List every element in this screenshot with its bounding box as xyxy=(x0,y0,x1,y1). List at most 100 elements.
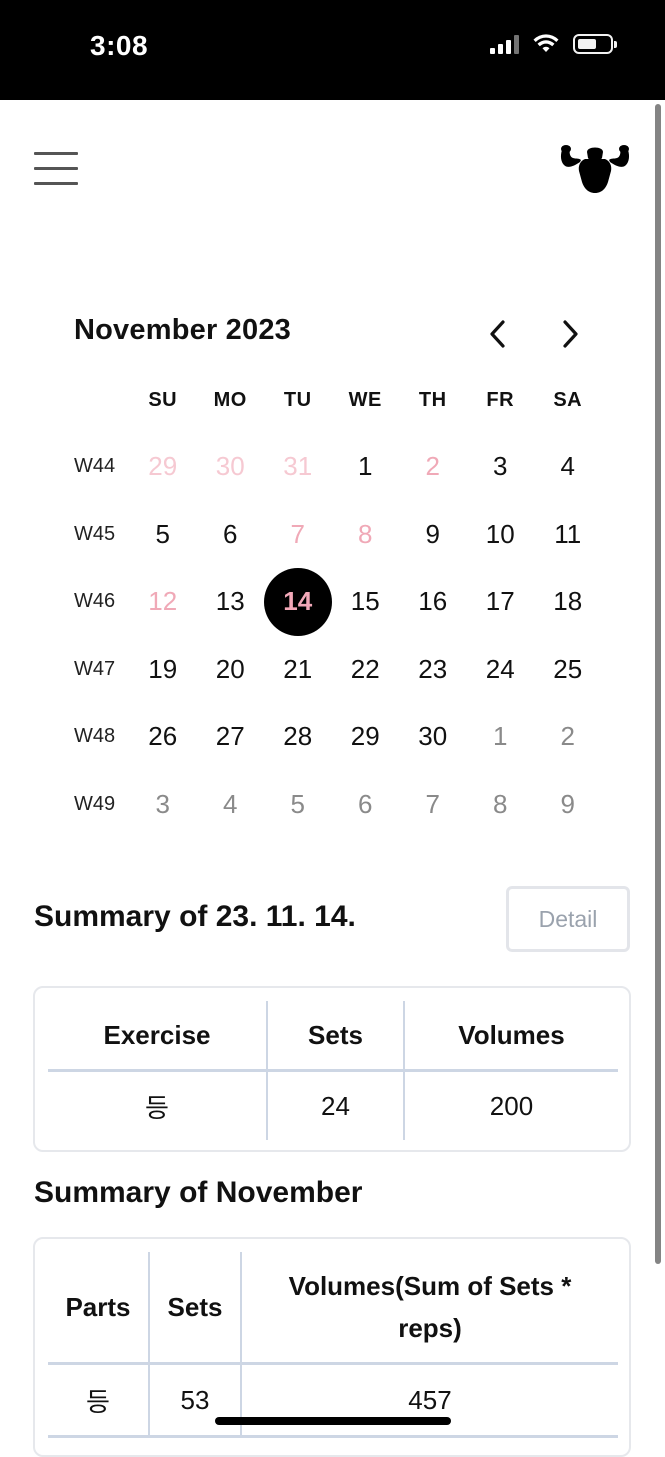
week-number: W44 xyxy=(74,455,116,478)
column-header: Volumes xyxy=(403,1001,618,1072)
calendar-day[interactable]: 12 xyxy=(129,568,197,636)
calendar-day[interactable]: 17 xyxy=(467,568,535,636)
home-indicator[interactable] xyxy=(215,1417,451,1425)
calendar-day[interactable]: 25 xyxy=(534,636,602,704)
calendar-day[interactable]: 1 xyxy=(332,433,400,501)
weekday-header-row: SU MO TU WE TH FR SA xyxy=(62,367,602,433)
calendar-day[interactable]: 23 xyxy=(399,636,467,704)
week-row: W48 26 27 28 29 30 1 2 xyxy=(62,703,602,771)
calendar-day[interactable]: 29 xyxy=(332,703,400,771)
detail-button[interactable]: Detail xyxy=(506,886,630,952)
calendar-day-next-month[interactable]: 5 xyxy=(264,771,332,839)
table-header-row: Exercise Sets Volumes xyxy=(48,1001,618,1072)
status-bar: 3:08 xyxy=(0,0,665,100)
hamburger-menu-icon[interactable] xyxy=(34,152,78,186)
week-number: W47 xyxy=(74,657,116,680)
week-row: W45 5 6 7 8 9 10 11 xyxy=(62,501,602,569)
month-summary-title: Summary of November xyxy=(34,1176,363,1209)
week-row: W44 29 30 31 1 2 3 4 xyxy=(62,433,602,501)
table-cell: 등 xyxy=(145,1092,169,1123)
calendar-day[interactable]: 9 xyxy=(399,501,467,569)
week-row: W46 12 13 14 15 16 17 18 xyxy=(62,567,602,636)
column-header: Sets xyxy=(266,1001,404,1072)
day-summary-title: Summary of 23. 11. 14. xyxy=(34,900,356,933)
calendar-day[interactable]: 22 xyxy=(332,636,400,704)
calendar-day[interactable]: 5 xyxy=(129,501,197,569)
calendar-day[interactable]: 3 xyxy=(467,433,535,501)
calendar-day[interactable]: 28 xyxy=(264,703,332,771)
week-number: W45 xyxy=(74,522,116,545)
week-number: W48 xyxy=(74,725,116,748)
column-header: Parts xyxy=(48,1252,149,1365)
calendar-day-next-month[interactable]: 8 xyxy=(467,771,535,839)
calendar-day[interactable]: 30 xyxy=(399,703,467,771)
calendar-day-next-month[interactable]: 6 xyxy=(332,771,400,839)
status-time: 3:08 xyxy=(90,30,149,61)
calendar-day[interactable]: 19 xyxy=(129,636,197,704)
calendar-day[interactable]: 2 xyxy=(399,433,467,501)
month-summary-table: Parts Sets Volumes(Sum of Sets * reps) 등… xyxy=(48,1252,618,1438)
calendar-day-next-month[interactable]: 7 xyxy=(399,771,467,839)
calendar-header: November 2023 xyxy=(74,314,594,354)
weekday-label: SA xyxy=(553,388,583,411)
wifi-icon xyxy=(533,34,559,52)
calendar-month-title: November 2023 xyxy=(74,314,291,346)
table-cell: 200 xyxy=(403,1070,618,1140)
calendar-day[interactable]: 27 xyxy=(197,703,265,771)
weekday-label: TH xyxy=(418,388,447,411)
column-header: Sets xyxy=(148,1252,241,1365)
scrollbar[interactable] xyxy=(655,104,661,1264)
calendar-day-next-month[interactable]: 2 xyxy=(534,703,602,771)
table-cell: 등 xyxy=(48,1363,149,1438)
calendar-day[interactable]: 16 xyxy=(399,568,467,636)
calendar-day[interactable]: 7 xyxy=(264,501,332,569)
calendar-day[interactable]: 31 xyxy=(264,433,332,501)
day-summary-table: Exercise Sets Volumes 등 24 200 xyxy=(48,1001,618,1140)
weekday-label: WE xyxy=(348,388,382,411)
weekday-label: SU xyxy=(148,388,178,411)
calendar-grid: SU MO TU WE TH FR SA W44 29 30 31 1 2 3 … xyxy=(62,367,602,838)
calendar-day-selected[interactable]: 14 xyxy=(263,567,332,636)
weekday-label: FR xyxy=(486,388,515,411)
calendar-day-next-month[interactable]: 3 xyxy=(129,771,197,839)
calendar-day[interactable]: 6 xyxy=(197,501,265,569)
week-number: W49 xyxy=(74,792,116,815)
calendar-day[interactable]: 30 xyxy=(197,433,265,501)
chevron-left-icon[interactable] xyxy=(480,314,516,354)
column-header: Volumes(Sum of Sets * reps) xyxy=(240,1252,618,1365)
calendar-day[interactable]: 29 xyxy=(129,433,197,501)
table-row: 등 53 457 xyxy=(48,1363,618,1438)
table-header-row: Parts Sets Volumes(Sum of Sets * reps) xyxy=(48,1252,618,1365)
selected-day-number: 14 xyxy=(283,586,313,616)
table-cell: 24 xyxy=(266,1070,404,1140)
signal-icon xyxy=(490,34,519,54)
calendar-day[interactable]: 24 xyxy=(467,636,535,704)
table-row: 등 24 200 xyxy=(48,1070,618,1140)
muscle-man-logo xyxy=(560,145,630,193)
calendar-day[interactable]: 26 xyxy=(129,703,197,771)
calendar-day[interactable]: 13 xyxy=(197,568,265,636)
weekday-label: MO xyxy=(213,388,247,411)
battery-icon xyxy=(573,34,617,54)
weekday-label: TU xyxy=(283,388,312,411)
calendar-day[interactable]: 11 xyxy=(534,501,602,569)
table-cell: 53 xyxy=(148,1363,241,1438)
column-header: Exercise xyxy=(48,1001,267,1072)
calendar-day[interactable]: 10 xyxy=(467,501,535,569)
chevron-right-icon[interactable] xyxy=(552,314,588,354)
status-icons xyxy=(490,34,617,54)
calendar-day[interactable]: 20 xyxy=(197,636,265,704)
calendar-day[interactable]: 15 xyxy=(332,568,400,636)
calendar-day[interactable]: 4 xyxy=(534,433,602,501)
calendar-day-next-month[interactable]: 9 xyxy=(534,771,602,839)
calendar-day-next-month[interactable]: 4 xyxy=(197,771,265,839)
week-row: W49 3 4 5 6 7 8 9 xyxy=(62,771,602,839)
calendar-day[interactable]: 21 xyxy=(264,636,332,704)
week-number: W46 xyxy=(74,590,116,613)
calendar-day-next-month[interactable]: 1 xyxy=(467,703,535,771)
week-row: W47 19 20 21 22 23 24 25 xyxy=(62,636,602,704)
table-cell: 457 xyxy=(240,1363,618,1438)
calendar-day[interactable]: 8 xyxy=(332,501,400,569)
day-summary-card: Exercise Sets Volumes 등 24 200 xyxy=(33,986,631,1152)
calendar-day[interactable]: 18 xyxy=(534,568,602,636)
